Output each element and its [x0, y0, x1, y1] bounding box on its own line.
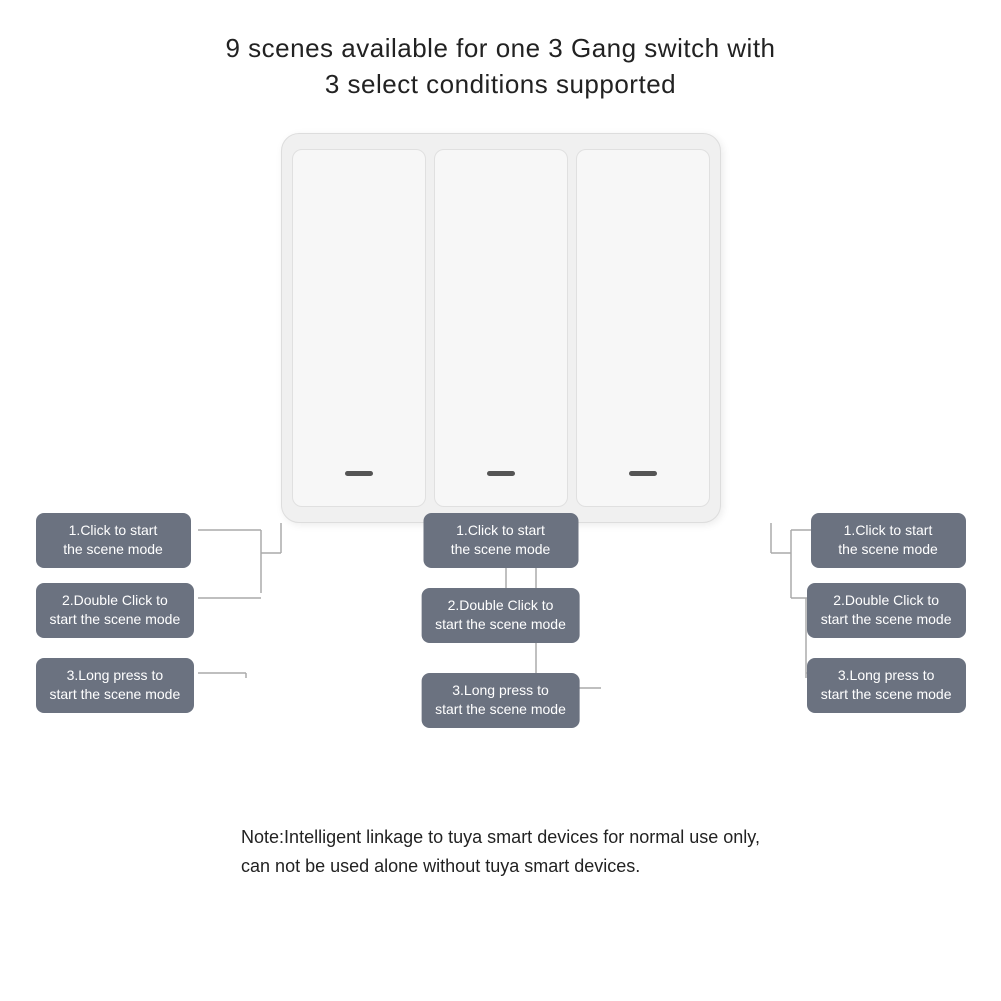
page-container: 9 scenes available for one 3 Gang switch…	[0, 0, 1001, 1001]
switch-indicator-left	[345, 471, 373, 476]
page-title: 9 scenes available for one 3 Gang switch…	[225, 30, 775, 103]
label-right-1: 1.Click to startthe scene mode	[811, 513, 966, 568]
label-left-3-text: 3.Long press tostart the scene mode	[50, 667, 181, 703]
label-left-3: 3.Long press tostart the scene mode	[36, 658, 195, 713]
title-line2: 3 select conditions supported	[325, 69, 676, 99]
switch-indicator-right	[629, 471, 657, 476]
label-left-1-text: 1.Click to startthe scene mode	[63, 522, 163, 558]
label-center-2-text: 2.Double Click tostart the scene mode	[435, 597, 566, 633]
note-content: Note:Intelligent linkage to tuya smart d…	[241, 827, 760, 876]
label-right-3-text: 3.Long press tostart the scene mode	[821, 667, 952, 703]
title-line1: 9 scenes available for one 3 Gang switch…	[225, 33, 775, 63]
diagram-area: 1.Click to startthe scene mode 2.Double …	[26, 133, 976, 813]
label-center-1: 1.Click to startthe scene mode	[423, 513, 578, 568]
label-center-3: 3.Long press tostart the scene mode	[421, 673, 580, 728]
label-center-3-text: 3.Long press tostart the scene mode	[435, 682, 566, 718]
label-right-2: 2.Double Click tostart the scene mode	[807, 583, 966, 638]
label-left-2: 2.Double Click tostart the scene mode	[36, 583, 195, 638]
switch-button-right[interactable]	[576, 149, 710, 507]
label-center-2: 2.Double Click tostart the scene mode	[421, 588, 580, 643]
switch-button-center[interactable]	[434, 149, 568, 507]
switch-device	[281, 133, 721, 523]
label-right-2-text: 2.Double Click tostart the scene mode	[821, 592, 952, 628]
label-left-1: 1.Click to startthe scene mode	[36, 513, 191, 568]
label-center-1-text: 1.Click to startthe scene mode	[451, 522, 551, 558]
note-text: Note:Intelligent linkage to tuya smart d…	[241, 823, 760, 881]
label-right-3: 3.Long press tostart the scene mode	[807, 658, 966, 713]
switch-button-left[interactable]	[292, 149, 426, 507]
switch-indicator-center	[487, 471, 515, 476]
label-left-2-text: 2.Double Click tostart the scene mode	[50, 592, 181, 628]
label-right-1-text: 1.Click to startthe scene mode	[838, 522, 938, 558]
